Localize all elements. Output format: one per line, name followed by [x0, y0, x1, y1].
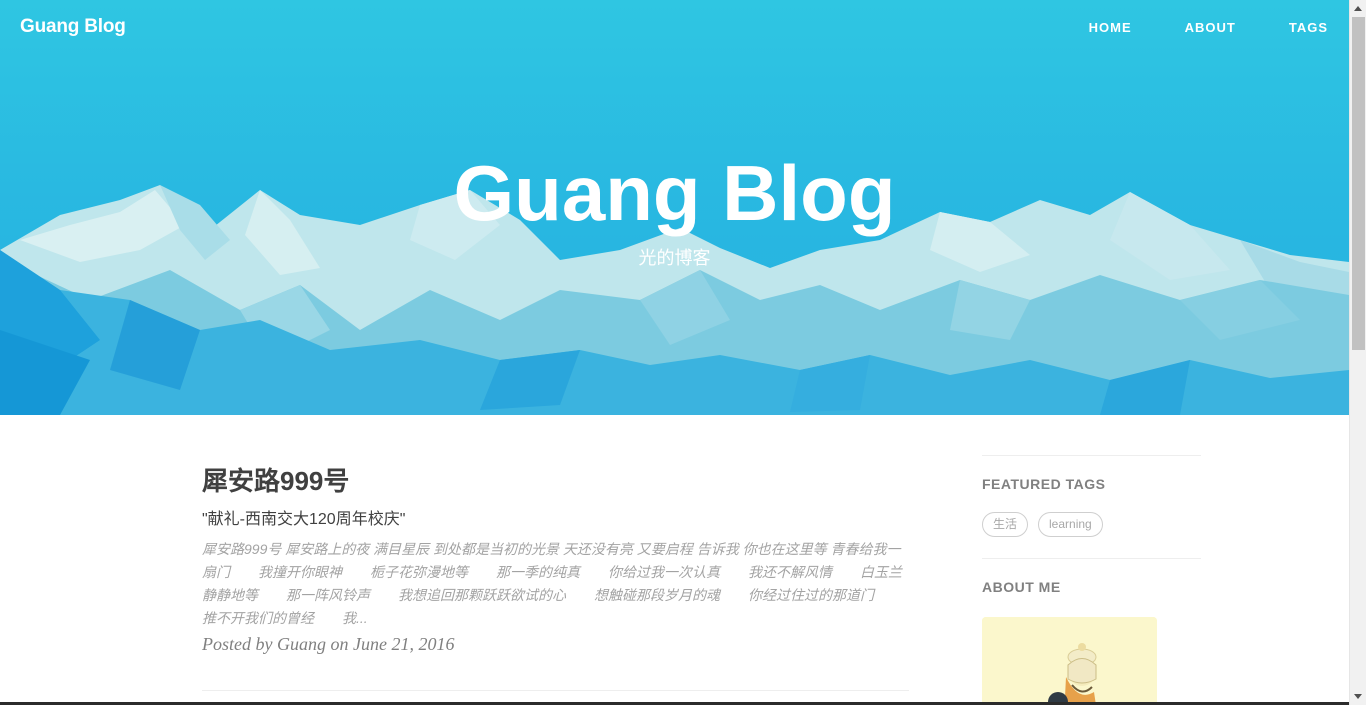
nav-tags[interactable]: TAGS — [1289, 20, 1328, 35]
page-scrollbar[interactable] — [1349, 0, 1366, 705]
scroll-down-icon[interactable] — [1354, 694, 1362, 699]
scroll-up-icon[interactable] — [1354, 6, 1362, 11]
sidebar-divider — [982, 455, 1201, 456]
hero-subtitle: 光的博客 — [638, 248, 711, 268]
tag-list: 生活 learning — [982, 512, 1201, 537]
featured-tags-heading: FEATURED TAGS — [982, 476, 1106, 492]
brand-link[interactable]: Guang Blog — [20, 16, 126, 38]
post-subtitle[interactable]: "献礼-西南交大120周年校庆" — [202, 509, 909, 531]
tag-learning[interactable]: learning — [1038, 512, 1103, 537]
nav-about[interactable]: ABOUT — [1185, 20, 1236, 35]
avatar — [982, 617, 1157, 705]
hero-header: Guang Blog HOME ABOUT TAGS Guang Blog 光的… — [0, 0, 1349, 415]
nav-home[interactable]: HOME — [1089, 20, 1132, 35]
tag-life[interactable]: 生活 — [982, 512, 1029, 537]
avatar-illustration — [982, 617, 1157, 705]
post-preview[interactable]: 犀安路999号 "献礼-西南交大120周年校庆" 犀安路999号 犀安路上的夜 … — [202, 462, 909, 655]
hero-title: Guang Blog — [453, 149, 896, 237]
post-excerpt[interactable]: 犀安路999号 犀安路上的夜 满目星辰 到处都是当初的光景 天还没有亮 又要启程… — [202, 538, 909, 630]
top-nav: HOME ABOUT TAGS — [1036, 20, 1328, 35]
sidebar: FEATURED TAGS 生活 learning ABOUT ME — [982, 455, 1201, 705]
about-me-heading: ABOUT ME — [982, 579, 1061, 595]
post-meta: Posted by Guang on June 21, 2016 — [202, 634, 455, 654]
post-divider — [202, 690, 909, 691]
sidebar-divider — [982, 558, 1201, 559]
post-title[interactable]: 犀安路999号 — [202, 462, 909, 500]
scrollbar-thumb[interactable] — [1352, 17, 1365, 350]
